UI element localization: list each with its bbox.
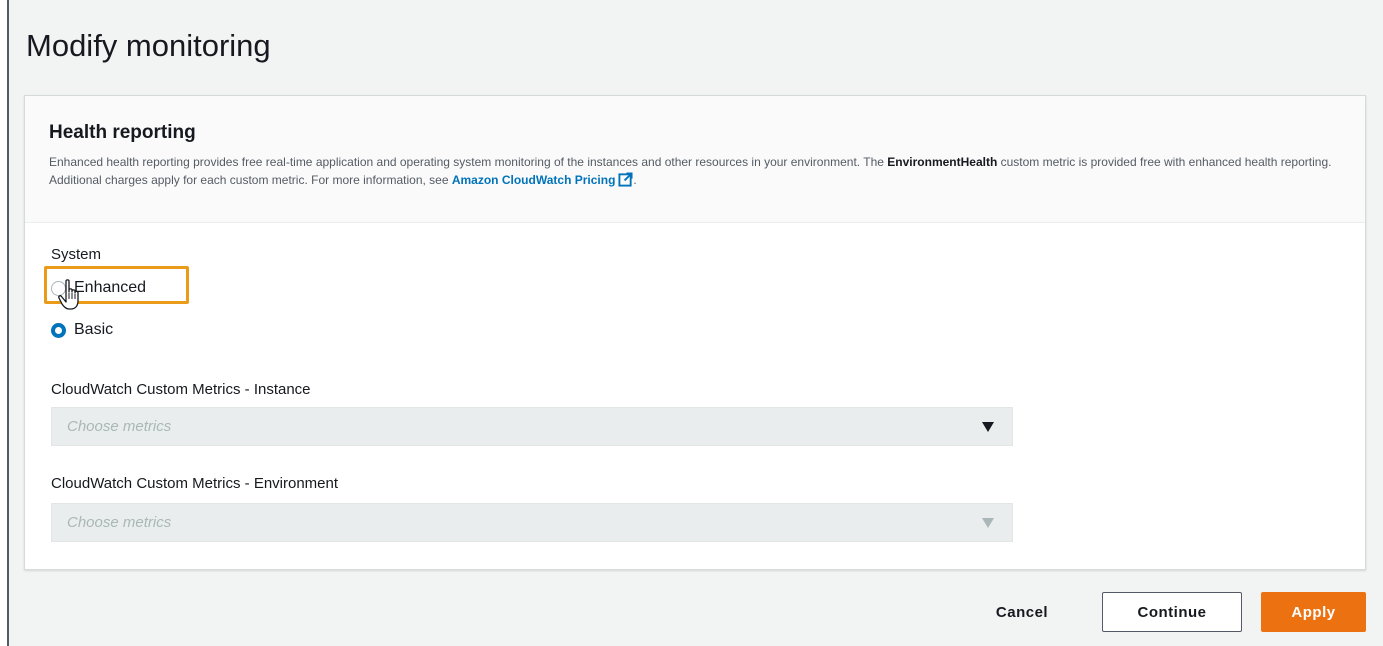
health-reporting-panel: Health reporting Enhanced health reporti… (24, 95, 1366, 570)
panel-header: Health reporting Enhanced health reporti… (25, 96, 1365, 223)
instance-metrics-label: CloudWatch Custom Metrics - Instance (51, 381, 311, 398)
modal-frame: Modify monitoring Health reporting Enhan… (7, 0, 1383, 646)
apply-button[interactable]: Apply (1261, 592, 1366, 632)
description-text: Enhanced health reporting provides free … (49, 155, 888, 169)
continue-button[interactable]: Continue (1102, 592, 1242, 632)
panel-title: Health reporting (49, 122, 196, 143)
caret-down-icon[interactable] (982, 518, 994, 528)
cancel-button[interactable]: Cancel (982, 592, 1062, 632)
instance-metrics-placeholder: Choose metrics (67, 418, 172, 435)
radio-basic-label: Basic (74, 321, 114, 338)
external-link-icon[interactable] (618, 172, 633, 187)
environment-health-term: EnvironmentHealth (887, 155, 998, 169)
environment-metrics-select[interactable]: Choose metrics (51, 503, 1013, 542)
cloudwatch-pricing-link[interactable]: Amazon CloudWatch Pricing (452, 173, 616, 187)
caret-down-icon[interactable] (982, 422, 994, 432)
environment-metrics-label: CloudWatch Custom Metrics - Environment (51, 475, 339, 492)
description-end: . (633, 173, 637, 187)
panel-description: Enhanced health reporting provides free … (49, 153, 1349, 189)
pointer-hand-icon (58, 279, 79, 310)
radio-basic-input[interactable] (51, 322, 66, 338)
environment-metrics-placeholder: Choose metrics (67, 514, 172, 531)
page-title: Modify monitoring (26, 28, 271, 63)
radio-basic[interactable]: Basic (51, 318, 113, 342)
instance-metrics-select[interactable]: Choose metrics (51, 407, 1013, 446)
system-label: System (51, 246, 102, 263)
